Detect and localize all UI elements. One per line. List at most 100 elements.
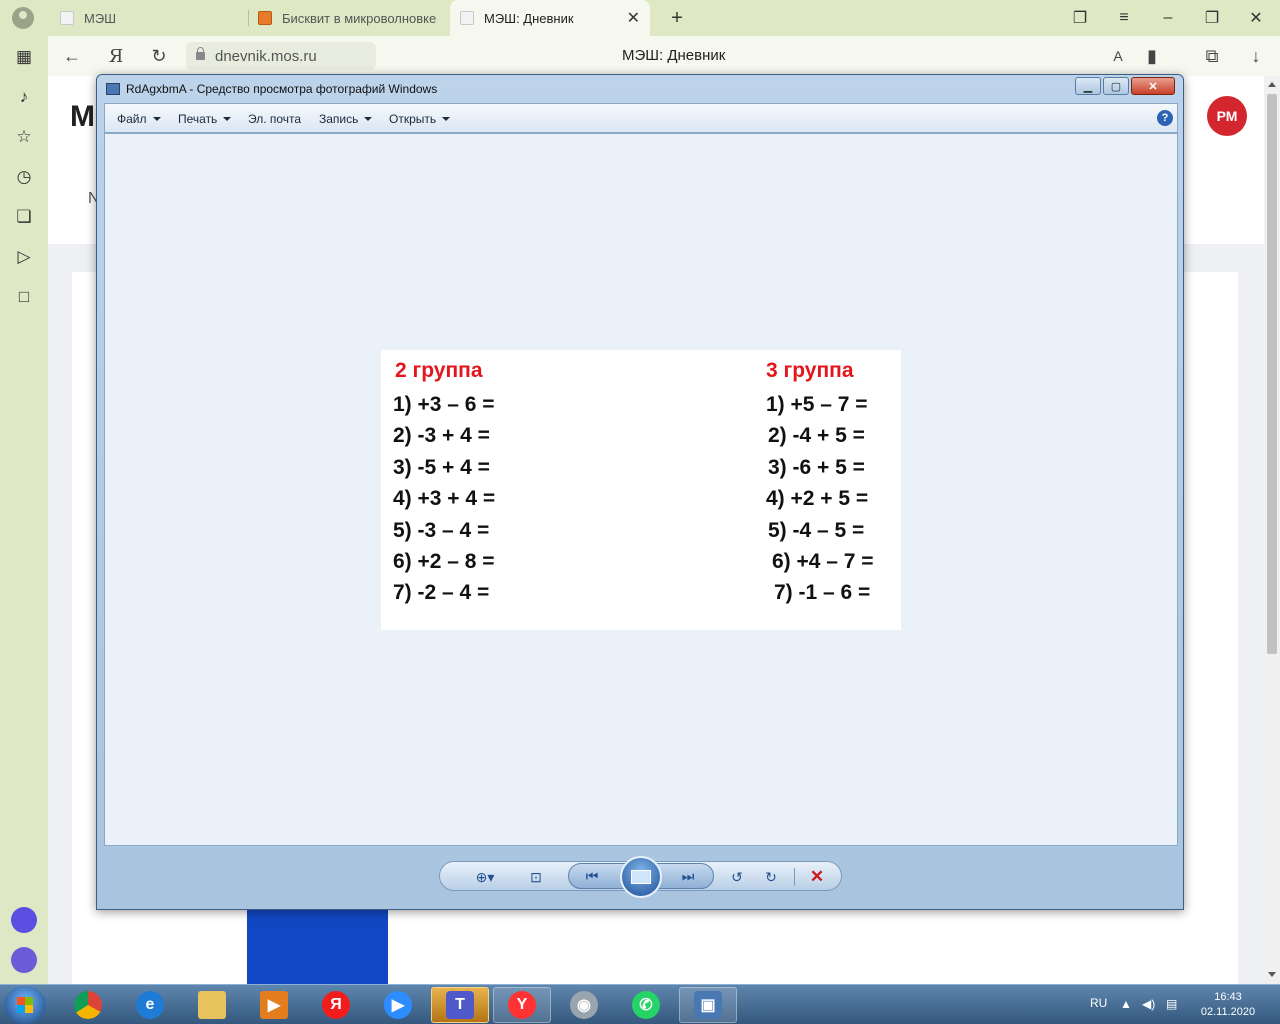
exercise-row: 6) +4 – 7 = (772, 550, 874, 574)
lock-icon (196, 47, 205, 60)
back-arrow-icon[interactable]: ← (60, 44, 84, 68)
photo-viewer-app-icon (106, 83, 120, 95)
assistant-icon[interactable] (11, 947, 37, 973)
taskbar-ie[interactable]: e (121, 987, 179, 1023)
exercise-row: 5) -3 – 4 = (393, 518, 490, 542)
clock-date: 02.11.2020 (1200, 1006, 1256, 1018)
download-icon[interactable]: ↓ (1244, 44, 1268, 68)
blue-panel (247, 910, 388, 984)
delete-icon[interactable]: ✕ (806, 866, 828, 888)
viewer-close-button[interactable]: ✕ (1131, 77, 1175, 95)
menu-icon[interactable]: ≡ (1111, 5, 1137, 31)
divider (794, 868, 795, 886)
services-grid-icon[interactable]: ▦ (13, 46, 35, 68)
tab-label: МЭШ: Дневник (484, 10, 574, 26)
next-icon[interactable]: ⏭ (677, 865, 699, 887)
menu-open[interactable]: Открыть (389, 112, 451, 126)
tab-mesh-diary[interactable]: МЭШ: Дневник ✕ (450, 0, 650, 36)
collections-icon[interactable]: ❏ (13, 206, 35, 228)
play-icon[interactable]: ▷ (13, 246, 35, 268)
close-tab-icon[interactable]: ✕ (627, 8, 640, 28)
extensions-icon[interactable]: ⧉ (1200, 44, 1224, 68)
history-clock-icon[interactable]: ◷ (13, 166, 35, 188)
page-scrollbar[interactable] (1264, 76, 1280, 984)
reload-icon[interactable]: ↻ (147, 44, 171, 68)
address-bar: ← Я ↻ dnevnik.mos.ru МЭШ: Дневник A ▮ ⧉ … (48, 36, 1280, 76)
taskbar-yandex-browser[interactable]: Y (493, 987, 551, 1023)
tab-separator (248, 10, 249, 26)
rotate-left-icon[interactable]: ↺ (726, 866, 748, 888)
volume-icon[interactable]: ◀) (1142, 997, 1155, 1011)
menu-label: Запись (319, 112, 359, 126)
internet-explorer-icon: e (136, 991, 164, 1019)
tab-favicon-icon (258, 11, 272, 25)
group-3-column: 3 группа 1) +5 – 7 = 2) -4 + 5 = 3) -6 +… (766, 358, 874, 609)
start-button[interactable] (4, 986, 46, 1024)
menu-burn[interactable]: Запись (319, 112, 373, 126)
translate-icon[interactable]: A (1106, 44, 1130, 68)
tab-label: МЭШ (84, 10, 117, 26)
yandex-icon[interactable]: Я (104, 44, 128, 68)
language-indicator[interactable]: RU (1090, 996, 1107, 1010)
exercise-row: 6) +2 – 8 = (393, 550, 495, 574)
viewer-maximize-button[interactable]: ▢ (1103, 77, 1129, 95)
viewer-titlebar[interactable]: RdAgxbmA - Средство просмотра фотографий… (97, 75, 1183, 103)
group-2-column: 2 группа 1) +3 – 6 = 2) -3 + 4 = 3) -5 +… (393, 358, 495, 609)
rotate-right-icon[interactable]: ↻ (760, 866, 782, 888)
new-tab-button[interactable]: + (664, 5, 690, 31)
tab-mesh[interactable]: МЭШ (60, 0, 250, 36)
slideshow-button[interactable] (620, 856, 662, 898)
notifications-icon[interactable]: ♪ (13, 86, 35, 108)
taskbar-whatsapp[interactable]: ✆ (617, 987, 675, 1023)
actual-size-icon[interactable]: ⊡ (525, 866, 547, 888)
minimize-button[interactable]: – (1155, 5, 1181, 31)
previous-icon[interactable]: ⏮ (581, 865, 603, 887)
taskbar-media[interactable]: ▶ (245, 987, 303, 1023)
viewer-menubar: Файл Печать Эл. почта Запись Открыть ? (104, 103, 1178, 133)
exercise-row: 5) -4 – 5 = (768, 518, 865, 542)
site-logo[interactable]: M (70, 100, 95, 134)
viewer-title: RdAgxbmA - Средство просмотра фотографий… (126, 82, 438, 96)
taskbar-photo-viewer[interactable]: ▣ (679, 987, 737, 1023)
bookmark-icon[interactable]: ▮ (1140, 44, 1164, 68)
favorites-star-icon[interactable]: ☆ (13, 126, 35, 148)
yandex-app-icon: Я (322, 991, 350, 1019)
yandex-browser-icon: Y (508, 991, 536, 1019)
viewer-controls: ⊕▾ ⊡ ⏮ ⏭ ↺ ↻ ✕ (439, 856, 842, 898)
clock[interactable]: 16:43 02.11.2020 (1196, 990, 1260, 1020)
close-window-button[interactable]: ✕ (1243, 5, 1269, 31)
profile-icon[interactable] (12, 7, 34, 29)
menu-email[interactable]: Эл. почта (248, 112, 301, 126)
viewer-minimize-button[interactable]: ▁ (1075, 77, 1101, 95)
tray-expand-icon[interactable]: ▲ (1120, 997, 1132, 1011)
exercise-row: 7) -2 – 4 = (393, 581, 490, 605)
exercise-row: 2) -4 + 5 = (768, 424, 865, 448)
taskbar-explorer[interactable] (183, 987, 241, 1023)
menu-print[interactable]: Печать (178, 112, 232, 126)
url-field[interactable]: dnevnik.mos.ru (186, 42, 376, 70)
scroll-down-icon[interactable] (1268, 972, 1276, 977)
photo-viewer-icon: ▣ (694, 991, 722, 1019)
zoom-icon[interactable]: ⊕▾ (468, 866, 502, 888)
exercise-row: 4) +3 + 4 = (393, 487, 496, 511)
chevron-down-icon (223, 117, 232, 121)
restore-button[interactable]: ❐ (1199, 5, 1225, 31)
scroll-thumb[interactable] (1267, 94, 1277, 654)
chevron-down-icon (442, 117, 451, 121)
taskbar-chrome[interactable] (59, 987, 117, 1023)
taskbar-yandex[interactable]: Я (307, 987, 365, 1023)
scroll-up-icon[interactable] (1268, 82, 1276, 87)
alice-icon[interactable] (11, 907, 37, 933)
exercise-row: 1) +5 – 7 = (766, 393, 868, 416)
taskbar-teams[interactable]: T (431, 987, 489, 1023)
tabs-collection-icon[interactable]: ❐ (1067, 5, 1093, 31)
taskbar-sound[interactable]: ◉ (555, 987, 613, 1023)
tab-biscuit[interactable]: Бисквит в микроволновке (258, 0, 440, 36)
avatar[interactable]: РМ (1207, 96, 1247, 136)
help-icon[interactable]: ? (1157, 110, 1173, 126)
network-icon[interactable]: ▤ (1166, 997, 1177, 1011)
panel-icon[interactable]: □ (13, 286, 35, 308)
menu-file[interactable]: Файл (117, 112, 161, 126)
exercise-row: 4) +2 + 5 = (766, 487, 869, 511)
taskbar-zoom[interactable]: ▶ (369, 987, 427, 1023)
